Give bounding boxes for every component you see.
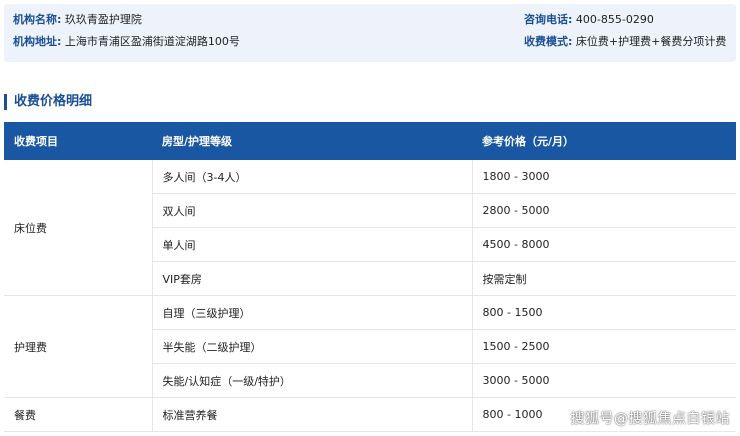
table-row: 护理费 自理（三级护理） 800 - 1500 [4,295,736,398]
charge-mode-label: 收费模式: [524,35,573,48]
price-cell: 4500 - 8000 [472,227,736,262]
institution-name-row: 机构名称: 玖玖青盈护理院 [13,13,142,27]
institution-address-label: 机构地址: [13,35,62,48]
header-room-level: 房型/护理等级 [152,122,472,160]
consult-phone-value[interactable]: 400-855-0290 [576,13,654,26]
price-cell: 1500 - 2500 [472,329,736,364]
price-cell: 1800 - 3000 [472,160,736,194]
consult-phone-row: 咨询电话: 400-855-0290 [524,13,654,27]
institution-name-value: 玖玖青盈护理院 [64,13,142,26]
price-cell: 800 - 1500 [472,295,736,330]
institution-name-label: 机构名称: [13,13,62,26]
room-level-cell: 单人间 [152,227,473,262]
charge-mode-row: 收费模式: 床位费+护理费+餐费分项计费 [524,35,726,49]
charge-mode-value: 床位费+护理费+餐费分项计费 [575,35,727,48]
price-cell: 3000 - 5000 [472,363,736,398]
price-cell: 按需定制 [472,261,736,296]
header-charge-item: 收费项目 [4,122,152,160]
table-header-row: 收费项目 房型/护理等级 参考价格（元/月） [4,122,736,160]
care-level-cell: 半失能（二级护理） [152,329,473,364]
room-level-cell: VIP套房 [152,261,473,296]
price-table: 收费项目 房型/护理等级 参考价格（元/月） 床位费 多人间（3-4人） 180… [4,122,736,432]
room-level-cell: 双人间 [152,193,473,228]
section-title: 收费价格明细 [4,94,92,110]
institution-address-value: 上海市青浦区盈浦街道淀湖路100号 [64,35,240,48]
room-level-cell: 多人间（3-4人） [152,160,473,194]
meal-level-cell: 标准营养餐 [152,397,473,432]
consult-phone-label: 咨询电话: [524,13,573,26]
category-nursing-fee: 护理费 [4,295,153,398]
category-meal-fee: 餐费 [4,397,153,432]
price-cell: 2800 - 5000 [472,193,736,228]
institution-address-row: 机构地址: 上海市青浦区盈浦街道淀湖路100号 [13,35,240,49]
header-reference-price: 参考价格（元/月） [472,122,736,160]
care-level-cell: 自理（三级护理） [152,295,473,330]
category-bed-fee: 床位费 [4,160,153,296]
watermark-text: 搜狐号@搜狐焦点白银站 [570,411,730,427]
table-row: 床位费 多人间（3-4人） 1800 - 3000 [4,160,736,296]
institution-info-card: 机构名称: 玖玖青盈护理院 机构地址: 上海市青浦区盈浦街道淀湖路100号 咨询… [4,4,736,62]
care-level-cell: 失能/认知症（一级/特护） [152,363,473,398]
